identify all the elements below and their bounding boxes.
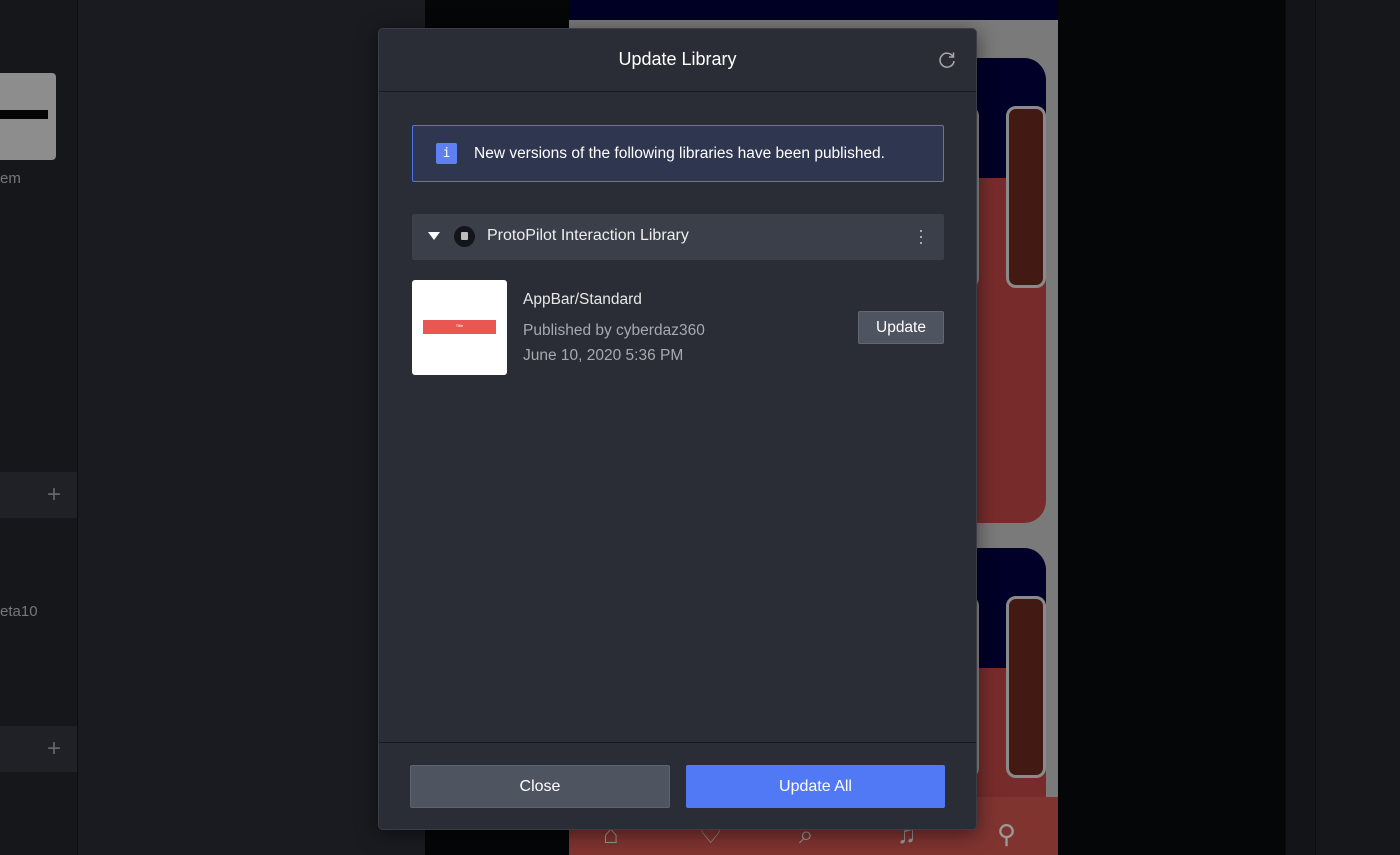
dialog-header: Update Library: [379, 29, 976, 92]
component-label: em: [0, 170, 21, 187]
properties-panel: [1315, 0, 1400, 855]
refresh-icon[interactable]: [937, 50, 957, 70]
update-button[interactable]: Update: [858, 311, 944, 344]
user-icon: ⚲: [997, 819, 1017, 849]
more-options-icon[interactable]: · · ·: [918, 221, 924, 251]
update-library-dialog: Update Library i New versions of the fol…: [378, 28, 977, 830]
library-icon: [454, 226, 475, 247]
left-sidebar: em + eta10 +: [0, 0, 78, 855]
published-by: Published by cyberdaz360: [523, 322, 705, 339]
published-date: June 10, 2020 5:36 PM: [523, 347, 684, 364]
info-banner: i New versions of the following librarie…: [412, 125, 944, 182]
close-button[interactable]: Close: [410, 765, 670, 808]
library-header[interactable]: ProtoPilot Interaction Library · · ·: [412, 214, 944, 260]
library-label: eta10: [0, 603, 38, 620]
component-thumbnail: Title: [412, 280, 507, 375]
thumbnail-title: Title: [455, 323, 464, 328]
layers-panel: [78, 0, 425, 855]
component-thumbnail[interactable]: [0, 73, 56, 160]
dialog-title: Update Library: [618, 49, 737, 69]
library-name: ProtoPilot Interaction Library: [487, 227, 689, 244]
update-all-button[interactable]: Update All: [686, 765, 945, 808]
right-toolbar: [1285, 0, 1315, 855]
section-header: +: [0, 726, 77, 772]
info-message: New versions of the following libraries …: [474, 145, 885, 162]
section-header: +: [0, 472, 77, 518]
dialog-footer: Close Update All: [379, 742, 976, 829]
caret-down-icon[interactable]: [428, 232, 440, 240]
plus-icon[interactable]: +: [47, 481, 61, 509]
plus-icon[interactable]: +: [47, 735, 61, 763]
info-icon: i: [436, 143, 457, 164]
component-name: AppBar/Standard: [523, 291, 642, 308]
